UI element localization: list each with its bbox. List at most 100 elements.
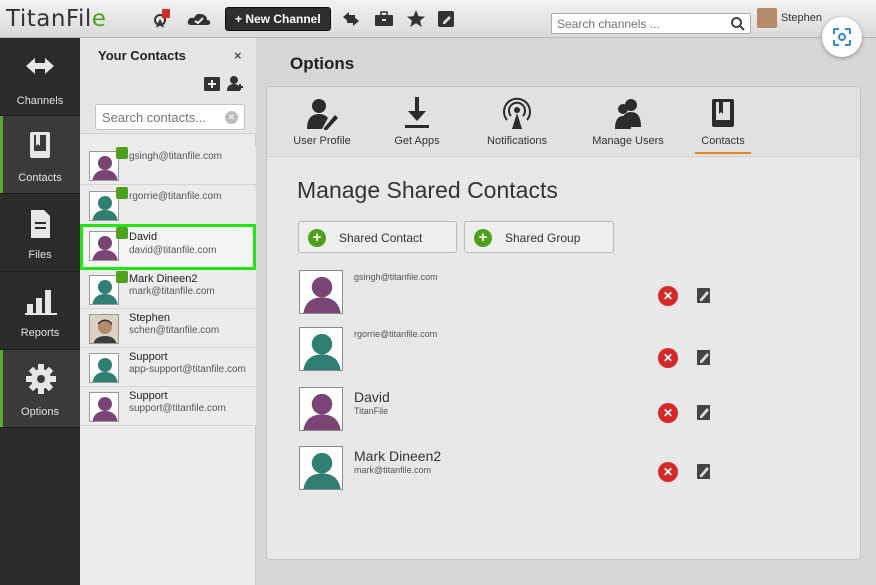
tab-label: Get Apps [394,135,440,147]
nav-channels[interactable]: Channels [0,38,80,116]
swap-arrows-icon[interactable] [340,8,362,30]
nav-files[interactable]: Files [0,194,80,272]
contact-email: app-support@titanfile.com [129,364,246,375]
shared-contact-name: Mark Dineen2 [354,448,442,464]
nav-reports[interactable]: Reports [0,272,80,350]
nav-contacts[interactable]: Contacts [0,116,80,194]
compose-icon[interactable] [436,8,458,30]
contact-email: david@titanfile.com [129,245,217,256]
user-name: Stephen [781,12,822,24]
contacts-panel: Your Contacts × ✕ gsingh@titanfile.com r… [80,38,256,585]
capture-icon [833,28,851,46]
contacts-search-input[interactable] [96,105,216,129]
add-contact-icon[interactable] [226,74,244,95]
tab-notifications[interactable]: Notifications [479,87,555,157]
left-nav: Channels Contacts Files Reports Options [0,38,80,585]
tab-contacts[interactable]: Contacts [689,87,757,157]
shared-contact-sub: mark@titanfile.com [354,465,432,475]
alert-icon[interactable] [150,8,172,30]
new-channel-button[interactable]: + New Channel [225,7,331,31]
star-icon[interactable] [405,8,427,30]
top-bar: TitanFile + New Channel Stephen [0,0,876,38]
contact-email: schen@titanfile.com [129,325,220,336]
channel-search [551,13,751,34]
button-label: Shared Contact [339,231,423,245]
contact-item[interactable]: Support support@titanfile.com [80,387,256,426]
shared-contact-row: Mark Dineen2 mark@titanfile.com ✕ [299,446,859,496]
shared-contact-row: gsingh@titanfile.com ✕ [299,270,859,320]
page-title: Options [290,54,355,73]
shared-contact-sub: TitanFile [354,406,389,416]
screenshot-button[interactable] [822,17,862,57]
tab-manage-users[interactable]: Manage Users [586,87,670,157]
add-shared-contact-button[interactable]: + Shared Contact [298,221,457,253]
shared-contact-name: David [354,389,390,405]
contact-item-selected[interactable]: David david@titanfile.com [80,224,256,270]
contact-card-icon [116,227,128,239]
plus-icon: + [474,229,492,247]
contact-name: Support [129,351,168,363]
avatar [89,191,119,221]
nav-label: Reports [20,327,60,339]
person-silhouette-icon [300,388,342,430]
logo[interactable]: TitanFile [6,6,106,32]
file-icon [31,210,50,238]
options-tabs: User Profile Get Apps Notifications Mana… [267,87,860,157]
options-panel: User Profile Get Apps Notifications Mana… [266,86,861,560]
avatar [299,387,343,431]
cloud-icon[interactable] [186,8,211,30]
delete-icon[interactable]: ✕ [658,403,678,423]
tab-get-apps[interactable]: Get Apps [386,87,448,157]
contact-item[interactable]: gsingh@titanfile.com [80,146,256,185]
avatar [89,392,119,422]
briefcase-icon[interactable] [373,8,395,30]
person-silhouette-icon [90,354,118,382]
contact-item[interactable]: rgorrie@titanfile.com [80,186,256,225]
tab-user-profile[interactable]: User Profile [289,87,355,157]
user-profile-icon [307,99,338,130]
button-label: Shared Group [505,231,581,245]
avatar [299,446,343,490]
avatar [299,270,343,314]
close-icon[interactable]: × [234,48,242,63]
add-shared-group-button[interactable]: + Shared Group [464,221,614,253]
contact-name: David [129,231,158,243]
avatar [89,151,119,181]
add-group-icon[interactable] [203,76,221,95]
avatar [89,353,119,383]
nav-label: Channels [16,95,64,107]
edit-icon[interactable] [697,348,711,366]
contact-email: rgorrie@titanfile.com [129,191,222,202]
contact-item[interactable]: Mark Dineen2 mark@titanfile.com [80,270,256,309]
logo-suffix: e [91,6,107,32]
arrows-icon [26,58,54,74]
person-silhouette-icon [300,447,342,489]
person-silhouette-icon [90,393,118,421]
contact-name: Mark Dineen2 [129,273,198,285]
active-tab-underline [695,152,751,154]
contact-card-icon [116,271,128,283]
edit-icon[interactable] [697,286,711,304]
search-icon[interactable] [730,16,746,35]
delete-icon[interactable]: ✕ [658,286,678,306]
contact-card-icon [116,187,128,199]
person-silhouette-icon [300,271,342,313]
person-photo [90,315,118,343]
delete-icon[interactable]: ✕ [658,348,678,368]
contacts-search: ✕ [95,104,245,130]
channel-search-input[interactable] [552,14,722,33]
nav-options[interactable]: Options [0,350,80,428]
contact-item[interactable]: Stephen schen@titanfile.com [80,309,256,348]
nav-label: Options [21,406,59,418]
clear-search-icon[interactable]: ✕ [225,111,238,124]
contact-item[interactable]: Support app-support@titanfile.com [80,348,256,387]
nav-label: Files [28,249,52,261]
edit-icon[interactable] [697,462,711,480]
delete-icon[interactable]: ✕ [658,462,678,482]
avatar [89,314,119,344]
gear-icon [26,364,56,394]
edit-icon[interactable] [697,403,711,421]
tab-label: User Profile [293,135,351,147]
contact-email: gsingh@titanfile.com [129,151,222,162]
contact-name: Stephen [129,312,170,324]
